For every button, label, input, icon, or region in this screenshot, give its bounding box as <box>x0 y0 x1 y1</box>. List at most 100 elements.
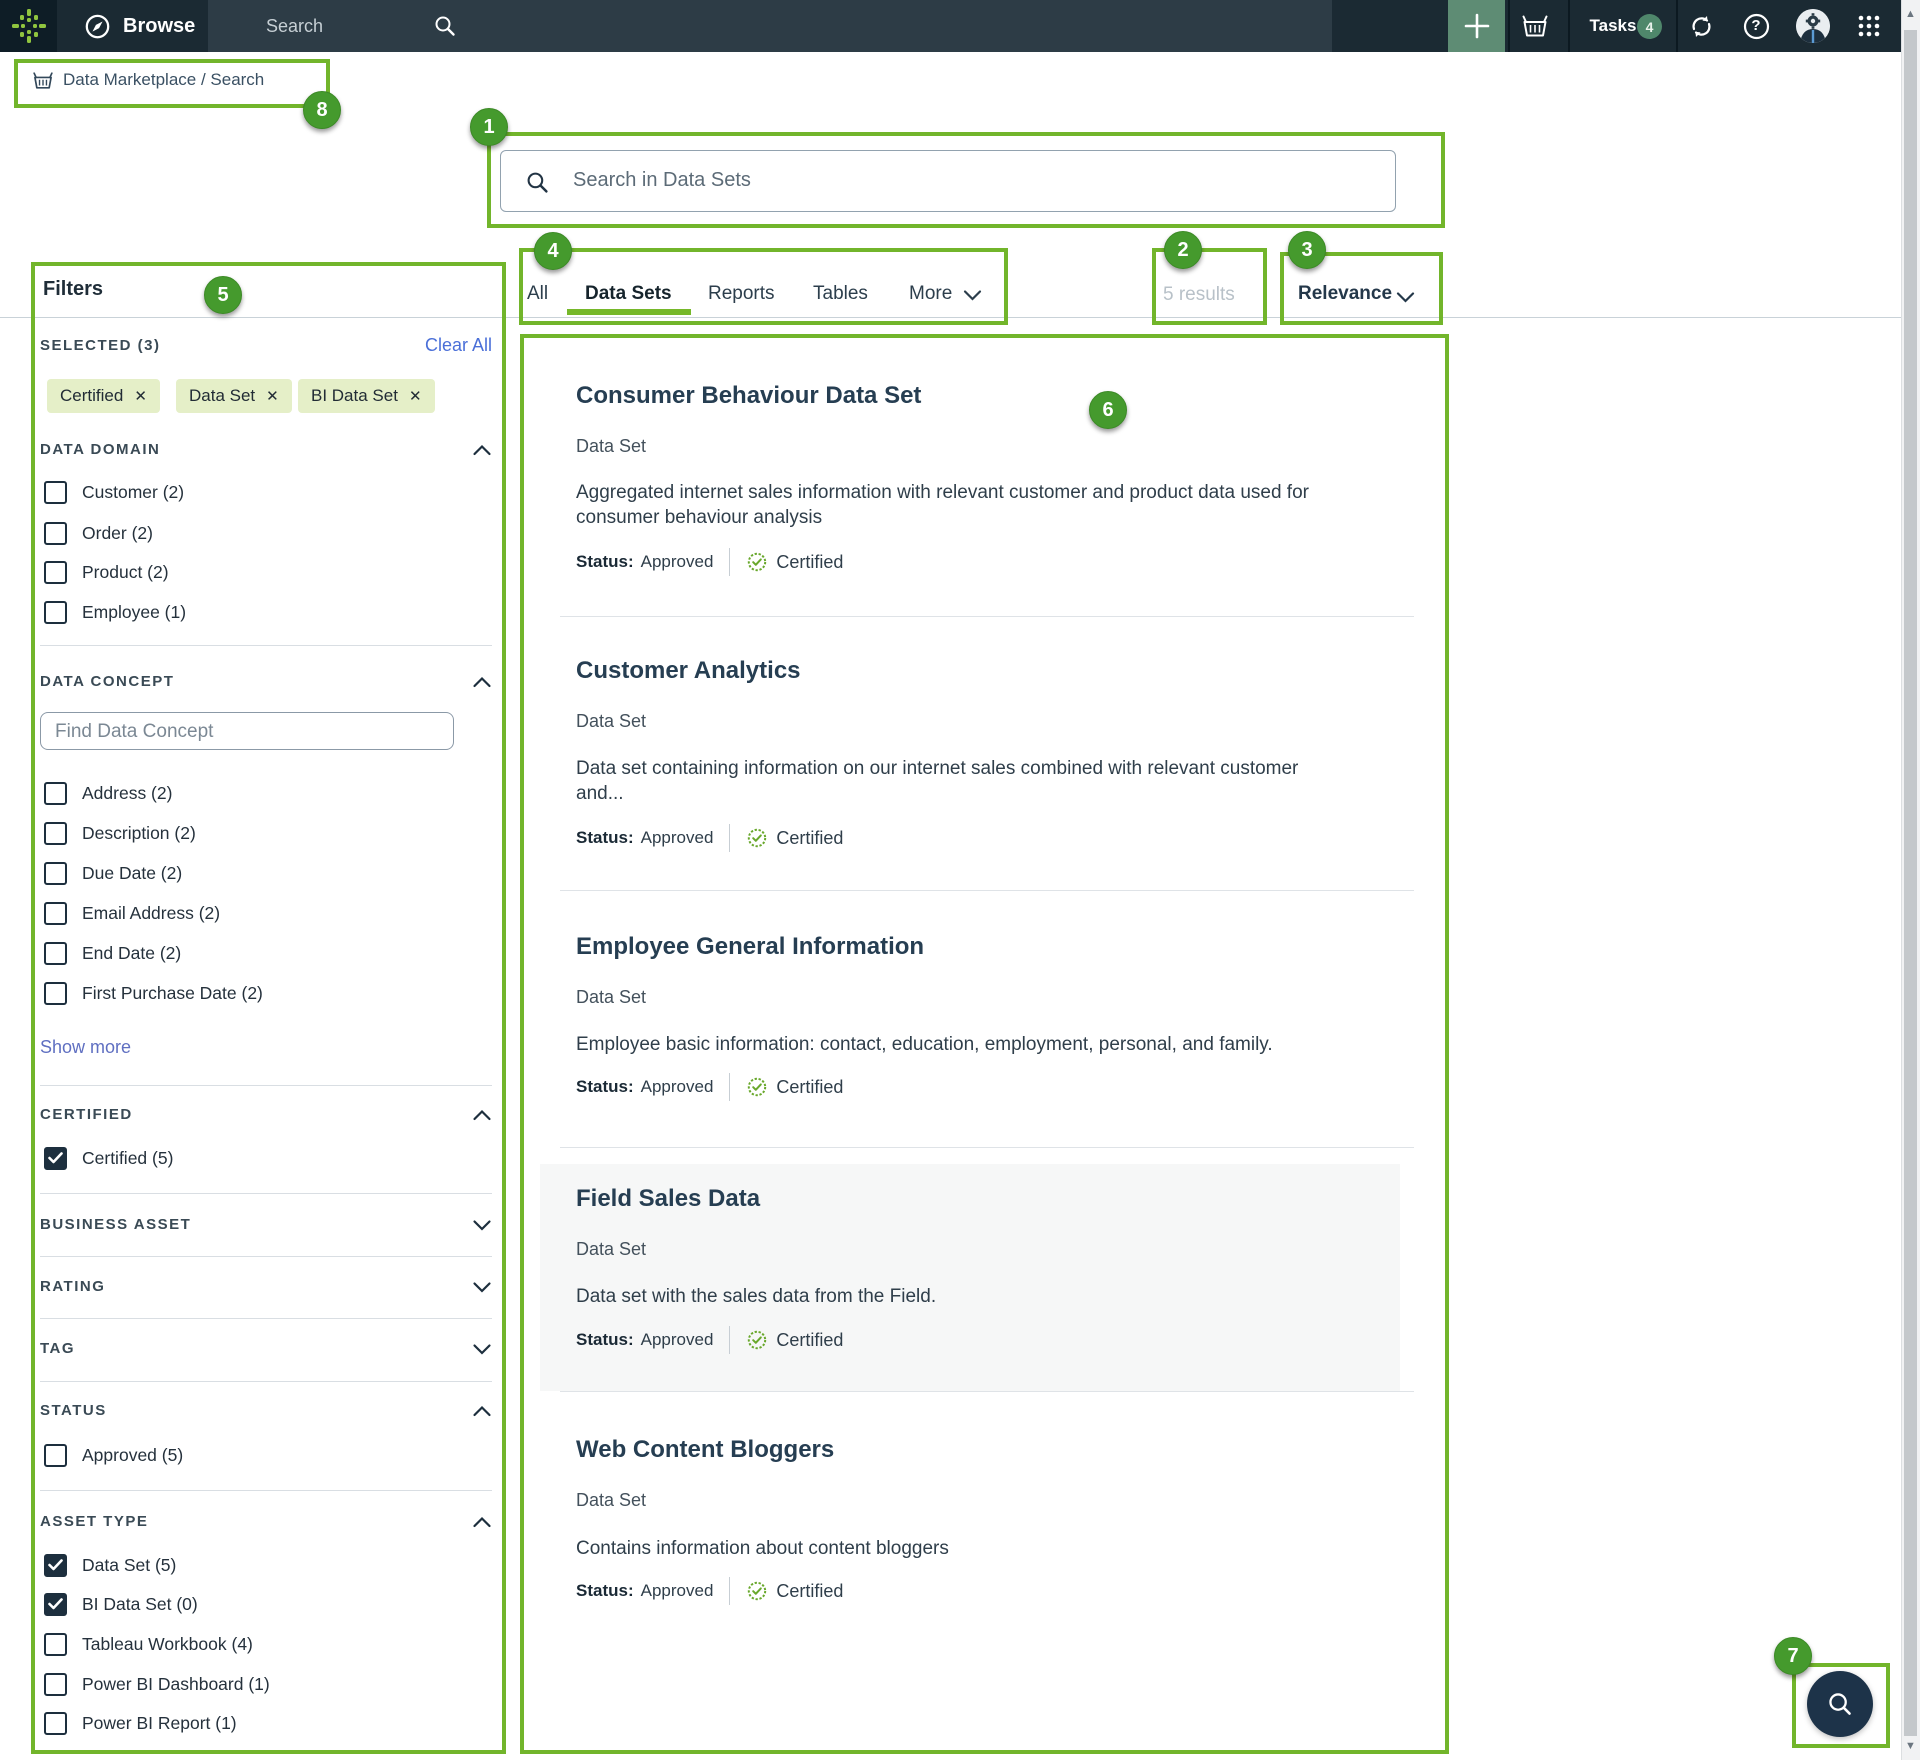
chip-certified[interactable]: Certified ✕ <box>47 379 160 413</box>
checkbox-unchecked[interactable] <box>44 522 67 545</box>
global-search-bar[interactable]: Search <box>208 0 1332 52</box>
result-title[interactable]: Web Content Bloggers <box>576 1436 834 1464</box>
chevron-up-icon[interactable] <box>472 675 492 689</box>
basket-button[interactable] <box>1518 0 1552 52</box>
checkbox-unchecked[interactable] <box>44 862 67 885</box>
section-tag[interactable]: TAG <box>40 1340 492 1357</box>
result-divider <box>560 1147 1414 1148</box>
chip-bi-data-set[interactable]: BI Data Set ✕ <box>298 379 435 413</box>
chevron-down-icon[interactable] <box>963 288 982 302</box>
close-icon[interactable]: ✕ <box>134 387 147 405</box>
apps-grid-button[interactable] <box>1853 0 1885 52</box>
chevron-up-icon[interactable] <box>472 1404 492 1418</box>
chevron-down-icon[interactable] <box>472 1280 492 1294</box>
checkbox-unchecked[interactable] <box>44 481 67 504</box>
section-business-asset[interactable]: BUSINESS ASSET <box>40 1216 492 1233</box>
basket-icon <box>1522 14 1548 38</box>
option-label: Description (2) <box>82 823 196 844</box>
breadcrumb[interactable]: Data Marketplace / Search <box>33 70 264 90</box>
tab-tables[interactable]: Tables <box>813 283 868 305</box>
scrollbar-up-arrow[interactable]: ▲ <box>1904 8 1917 21</box>
result-title[interactable]: Consumer Behaviour Data Set <box>576 382 921 410</box>
filter-option-end-date[interactable]: End Date (2) <box>44 940 181 966</box>
result-title[interactable]: Field Sales Data <box>576 1185 760 1213</box>
section-asset-type[interactable]: ASSET TYPE <box>40 1513 492 1530</box>
dataset-search-input[interactable] <box>573 151 1353 209</box>
tasks-count-badge: 4 <box>1637 14 1662 39</box>
result-title[interactable]: Customer Analytics <box>576 657 801 685</box>
chevron-down-icon[interactable] <box>1396 290 1415 304</box>
result-status-line: Status: Approved Certified <box>576 824 843 852</box>
close-icon[interactable]: ✕ <box>409 387 422 405</box>
sync-button[interactable] <box>1685 0 1717 52</box>
filter-option-order[interactable]: Order (2) <box>44 520 153 546</box>
chevron-down-icon[interactable] <box>472 1218 492 1232</box>
filter-option-product[interactable]: Product (2) <box>44 559 169 585</box>
checkbox-unchecked[interactable] <box>44 942 67 965</box>
app-logo[interactable] <box>0 0 57 52</box>
filter-option-customer[interactable]: Customer (2) <box>44 479 184 505</box>
filter-option-tableau-workbook[interactable]: Tableau Workbook (4) <box>44 1631 253 1657</box>
filter-option-description[interactable]: Description (2) <box>44 820 196 846</box>
filter-option-power-bi-dashboard[interactable]: Power BI Dashboard (1) <box>44 1671 270 1697</box>
find-data-concept-input[interactable] <box>55 721 435 743</box>
checkbox-unchecked[interactable] <box>44 1673 67 1696</box>
browse-button[interactable]: Browse <box>84 0 195 52</box>
section-rating[interactable]: RATING <box>40 1278 492 1295</box>
filter-option-first-purchase-date[interactable]: First Purchase Date (2) <box>44 980 263 1006</box>
filter-option-due-date[interactable]: Due Date (2) <box>44 860 182 886</box>
help-button[interactable]: ? <box>1740 0 1772 52</box>
tab-reports[interactable]: Reports <box>708 283 775 305</box>
filter-option-certified[interactable]: Certified (5) <box>44 1145 173 1171</box>
checkbox-checked[interactable] <box>44 1593 67 1616</box>
chip-data-set[interactable]: Data Set ✕ <box>176 379 292 413</box>
tasks-label: Tasks <box>1590 16 1637 36</box>
add-button[interactable] <box>1448 0 1505 52</box>
checkbox-unchecked[interactable] <box>44 1444 67 1467</box>
help-glyph: ? <box>1751 17 1760 34</box>
section-status[interactable]: STATUS <box>40 1402 492 1419</box>
checkbox-unchecked[interactable] <box>44 902 67 925</box>
find-data-concept-box[interactable] <box>40 712 454 750</box>
section-data-domain[interactable]: DATA DOMAIN <box>40 441 492 458</box>
checkbox-checked[interactable] <box>44 1554 67 1577</box>
tab-data-sets[interactable]: Data Sets <box>585 283 672 305</box>
plus-icon <box>1464 13 1490 39</box>
checkbox-unchecked[interactable] <box>44 782 67 805</box>
checkbox-unchecked[interactable] <box>44 982 67 1005</box>
checkbox-checked[interactable] <box>44 1147 67 1170</box>
result-title[interactable]: Employee General Information <box>576 933 924 961</box>
section-data-concept[interactable]: DATA CONCEPT <box>40 673 492 690</box>
option-label: Employee (1) <box>82 602 186 623</box>
checkbox-unchecked[interactable] <box>44 561 67 584</box>
section-certified[interactable]: CERTIFIED <box>40 1106 492 1123</box>
scrollbar-down-arrow[interactable]: ▼ <box>1904 1740 1917 1753</box>
dataset-search-box[interactable] <box>500 150 1396 212</box>
avatar[interactable] <box>1796 9 1830 43</box>
floating-search-button[interactable] <box>1807 1671 1873 1737</box>
tab-more[interactable]: More <box>909 283 952 305</box>
filter-option-address[interactable]: Address (2) <box>44 780 172 806</box>
checkbox-unchecked[interactable] <box>44 822 67 845</box>
checkbox-unchecked[interactable] <box>44 1712 67 1735</box>
tab-all[interactable]: All <box>527 283 548 305</box>
filter-option-employee[interactable]: Employee (1) <box>44 599 186 625</box>
checkbox-unchecked[interactable] <box>44 1633 67 1656</box>
show-more-link[interactable]: Show more <box>40 1037 131 1058</box>
scrollbar-thumb[interactable] <box>1904 30 1917 1736</box>
checkbox-unchecked[interactable] <box>44 601 67 624</box>
filter-option-approved[interactable]: Approved (5) <box>44 1442 183 1468</box>
tasks-button[interactable]: Tasks <box>1588 0 1638 52</box>
filter-option-power-bi-report[interactable]: Power BI Report (1) <box>44 1710 237 1736</box>
clear-all-link[interactable]: Clear All <box>425 335 492 356</box>
sort-relevance-dropdown[interactable]: Relevance <box>1298 283 1392 305</box>
close-icon[interactable]: ✕ <box>266 387 279 405</box>
chevron-down-icon[interactable] <box>472 1342 492 1356</box>
filter-option-bi-data-set[interactable]: BI Data Set (0) <box>44 1591 198 1617</box>
filter-option-email-address[interactable]: Email Address (2) <box>44 900 220 926</box>
chevron-up-icon[interactable] <box>472 1515 492 1529</box>
compass-icon <box>84 13 111 40</box>
chevron-up-icon[interactable] <box>472 443 492 457</box>
filter-option-data-set[interactable]: Data Set (5) <box>44 1552 176 1578</box>
chevron-up-icon[interactable] <box>472 1108 492 1122</box>
